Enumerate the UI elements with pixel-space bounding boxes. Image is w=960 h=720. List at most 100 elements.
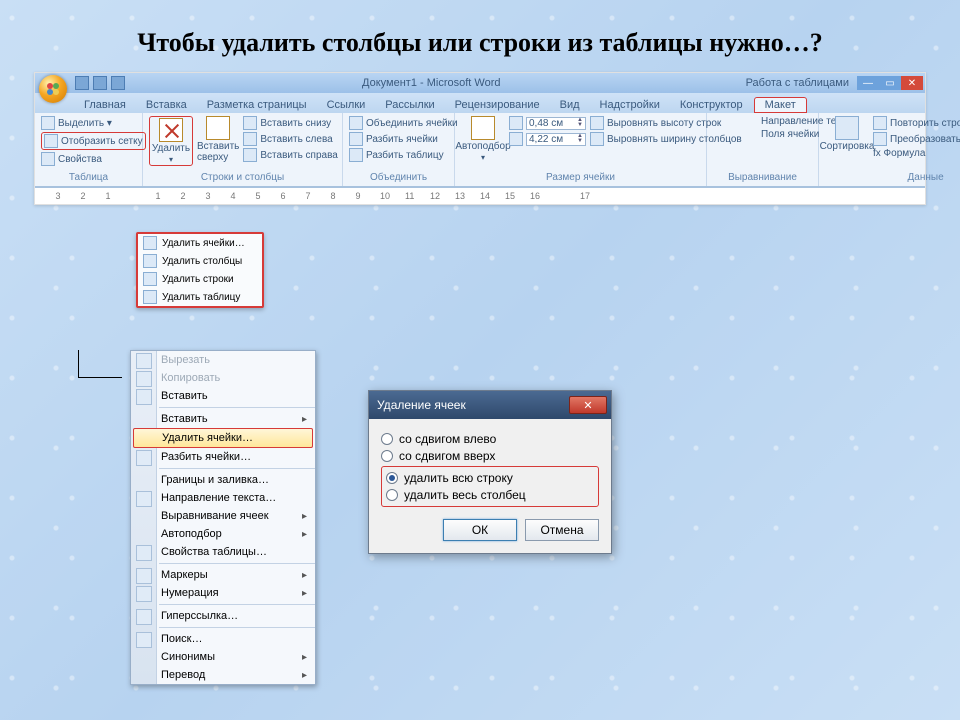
ctx-delete-cells[interactable]: Удалить ячейки… bbox=[133, 428, 313, 448]
ctx-paste[interactable]: Вставить bbox=[131, 387, 315, 405]
properties-button[interactable]: Свойства bbox=[41, 152, 146, 166]
show-gridlines-button[interactable]: Отобразить сетку bbox=[41, 132, 146, 150]
group-merge-label: Объединить bbox=[349, 172, 448, 183]
context-menu: Вырезать Копировать Вставить Вставить▸ У… bbox=[130, 350, 316, 685]
alignment-grid[interactable] bbox=[713, 116, 757, 118]
height-icon bbox=[509, 116, 523, 130]
delete-table-item[interactable]: Удалить таблицу bbox=[138, 288, 262, 306]
word-ribbon-screenshot: Документ1 - Microsoft Word Работа с табл… bbox=[34, 72, 926, 205]
ctx-bullets[interactable]: Маркеры▸ bbox=[131, 566, 315, 584]
office-orb-button[interactable] bbox=[39, 75, 67, 103]
dialog-close-button[interactable]: ✕ bbox=[569, 396, 607, 414]
grid-icon bbox=[206, 116, 230, 140]
radio-delete-row[interactable]: удалить всю строку bbox=[386, 471, 594, 485]
repeat-header-button[interactable]: Повторить строки заголовков bbox=[873, 116, 960, 130]
delete-columns-item[interactable]: Удалить столбцы bbox=[138, 252, 262, 270]
col-width-spinner[interactable]: 4,22 см▲▼ bbox=[526, 133, 586, 146]
chevron-right-icon: ▸ bbox=[302, 670, 307, 681]
ribbon-tabs: Главная Вставка Разметка страницы Ссылки… bbox=[35, 93, 925, 113]
split-icon bbox=[136, 450, 152, 466]
insert-below-button[interactable]: Вставить снизу bbox=[243, 116, 337, 130]
radio-icon bbox=[381, 450, 393, 462]
group-cellsize-label: Размер ячейки bbox=[461, 172, 700, 183]
insert-left-button[interactable]: Вставить слева bbox=[243, 132, 337, 146]
ribbon-body: Выделить ▾ Отобразить сетку Свойства Таб… bbox=[35, 113, 925, 187]
ctx-table-props[interactable]: Свойства таблицы… bbox=[131, 543, 315, 561]
radio-icon bbox=[381, 433, 393, 445]
radio-shift-left[interactable]: со сдвигом влево bbox=[381, 432, 599, 446]
quick-access-toolbar[interactable] bbox=[75, 76, 125, 90]
tab-addins[interactable]: Надстройки bbox=[591, 97, 669, 113]
tab-view[interactable]: Вид bbox=[551, 97, 589, 113]
row-height-spinner[interactable]: 0,48 см▲▼ bbox=[526, 117, 586, 130]
ctx-split-cells[interactable]: Разбить ячейки… bbox=[131, 448, 315, 466]
autofit-button[interactable]: Автоподбор▾ bbox=[461, 116, 505, 162]
minimize-button[interactable]: — bbox=[857, 76, 879, 90]
insert-above-button[interactable]: Вставить сверху bbox=[197, 116, 239, 163]
group-table-label: Таблица bbox=[41, 172, 136, 183]
split-table-button[interactable]: Разбить таблицу bbox=[349, 148, 458, 162]
search-icon bbox=[136, 632, 152, 648]
tab-home[interactable]: Главная bbox=[75, 97, 135, 113]
ctx-borders[interactable]: Границы и заливка… bbox=[131, 471, 315, 489]
chevron-right-icon: ▸ bbox=[302, 588, 307, 599]
delete-rows-item[interactable]: Удалить строки bbox=[138, 270, 262, 288]
bullets-icon bbox=[136, 568, 152, 584]
maximize-button[interactable]: ▭ bbox=[879, 76, 901, 90]
chevron-right-icon: ▸ bbox=[302, 570, 307, 581]
width-icon bbox=[509, 132, 523, 146]
sort-button[interactable]: Сортировка bbox=[825, 116, 869, 152]
ctx-hyperlink[interactable]: Гиперссылка… bbox=[131, 607, 315, 625]
contextual-tab-group: Работа с таблицами bbox=[738, 77, 857, 89]
cut-icon bbox=[136, 353, 152, 369]
tableprops-icon bbox=[136, 545, 152, 561]
cancel-button[interactable]: Отмена bbox=[525, 519, 599, 541]
ok-button[interactable]: ОК bbox=[443, 519, 517, 541]
ctx-text-direction[interactable]: Направление текста… bbox=[131, 489, 315, 507]
tab-insert[interactable]: Вставка bbox=[137, 97, 196, 113]
document-title: Документ1 - Microsoft Word bbox=[125, 77, 738, 89]
text-direction-button[interactable]: Направление текста bbox=[761, 116, 819, 127]
close-button[interactable]: ✕ bbox=[901, 76, 923, 90]
ctx-numbering[interactable]: Нумерация▸ bbox=[131, 584, 315, 602]
convert-to-text-button[interactable]: Преобразовать в текст bbox=[873, 132, 960, 146]
chevron-right-icon: ▸ bbox=[302, 414, 307, 425]
tab-pagelayout[interactable]: Разметка страницы bbox=[198, 97, 316, 113]
tab-layout[interactable]: Макет bbox=[754, 97, 807, 113]
radio-icon bbox=[386, 472, 398, 484]
radio-shift-up[interactable]: со сдвигом вверх bbox=[381, 449, 599, 463]
textdir-icon bbox=[136, 491, 152, 507]
dialog-title-text: Удаление ячеек bbox=[377, 398, 466, 412]
radio-delete-col[interactable]: удалить весь столбец bbox=[386, 488, 594, 502]
insert-right-button[interactable]: Вставить справа bbox=[243, 148, 337, 162]
radio-icon bbox=[386, 489, 398, 501]
delete-dropdown: Удалить ячейки… Удалить столбцы Удалить … bbox=[136, 232, 264, 308]
ctx-copy[interactable]: Копировать bbox=[131, 369, 315, 387]
chevron-right-icon: ▸ bbox=[302, 652, 307, 663]
ctx-insert[interactable]: Вставить▸ bbox=[131, 410, 315, 428]
dialog-titlebar[interactable]: Удаление ячеек ✕ bbox=[369, 391, 611, 419]
formula-button[interactable]: fx Формула bbox=[873, 148, 960, 159]
ctx-synonyms[interactable]: Синонимы▸ bbox=[131, 648, 315, 666]
tab-references[interactable]: Ссылки bbox=[318, 97, 375, 113]
merge-cells-button[interactable]: Объединить ячейки bbox=[349, 116, 458, 130]
group-data-label: Данные bbox=[825, 172, 960, 183]
delete-button[interactable]: Удалить▾ bbox=[149, 116, 193, 166]
delete-cells-item[interactable]: Удалить ячейки… bbox=[138, 234, 262, 252]
select-button[interactable]: Выделить ▾ bbox=[41, 116, 146, 130]
split-cells-button[interactable]: Разбить ячейки bbox=[349, 132, 458, 146]
tab-review[interactable]: Рецензирование bbox=[446, 97, 549, 113]
chevron-right-icon: ▸ bbox=[302, 511, 307, 522]
paste-icon bbox=[136, 389, 152, 405]
cell-margins-button[interactable]: Поля ячейки bbox=[761, 129, 819, 140]
ctx-lookup[interactable]: Поиск… bbox=[131, 630, 315, 648]
ctx-cell-align[interactable]: Выравнивание ячеек▸ bbox=[131, 507, 315, 525]
ruler: 3211234567891011121314151617 bbox=[35, 187, 925, 204]
ctx-autofit[interactable]: Автоподбор▸ bbox=[131, 525, 315, 543]
tab-design[interactable]: Конструктор bbox=[671, 97, 752, 113]
ctx-translate[interactable]: Перевод▸ bbox=[131, 666, 315, 684]
ctx-cut[interactable]: Вырезать bbox=[131, 351, 315, 369]
autofit-icon bbox=[471, 116, 495, 140]
numbering-icon bbox=[136, 586, 152, 602]
tab-mailings[interactable]: Рассылки bbox=[376, 97, 443, 113]
